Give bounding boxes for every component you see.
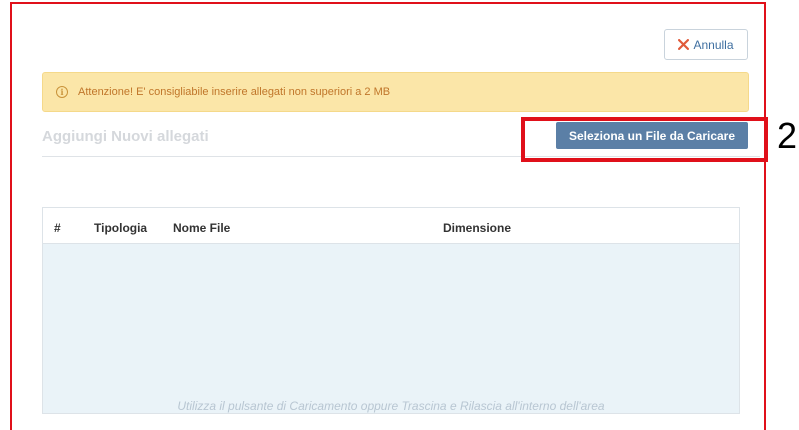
annotation-step-number: 2 [777, 115, 798, 156]
cancel-button[interactable]: Annulla [664, 29, 748, 60]
warning-alert: i Attenzione! E' consigliabile inserire … [42, 72, 749, 112]
info-icon: i [56, 86, 68, 98]
column-header-index: # [54, 221, 61, 235]
drop-hint-text: Utilizza il pulsante di Caricamento oppu… [177, 399, 605, 413]
attachments-dropzone-table[interactable]: # Tipologia Nome File Dimensione Utilizz… [42, 207, 740, 414]
close-icon [678, 39, 690, 50]
cancel-button-label: Annulla [693, 37, 734, 52]
column-header-dimensione: Dimensione [443, 221, 512, 235]
section-title: Aggiungi Nuovi allegati [42, 128, 209, 145]
section-divider [42, 156, 760, 157]
column-header-nome-file: Nome File [173, 221, 231, 235]
table-header: # Tipologia Nome File Dimensione [43, 208, 739, 244]
alert-text: Attenzione! E' consigliabile inserire al… [78, 86, 391, 98]
column-header-tipologia: Tipologia [94, 221, 148, 235]
select-file-button[interactable]: Seleziona un File da Caricare [556, 122, 748, 149]
